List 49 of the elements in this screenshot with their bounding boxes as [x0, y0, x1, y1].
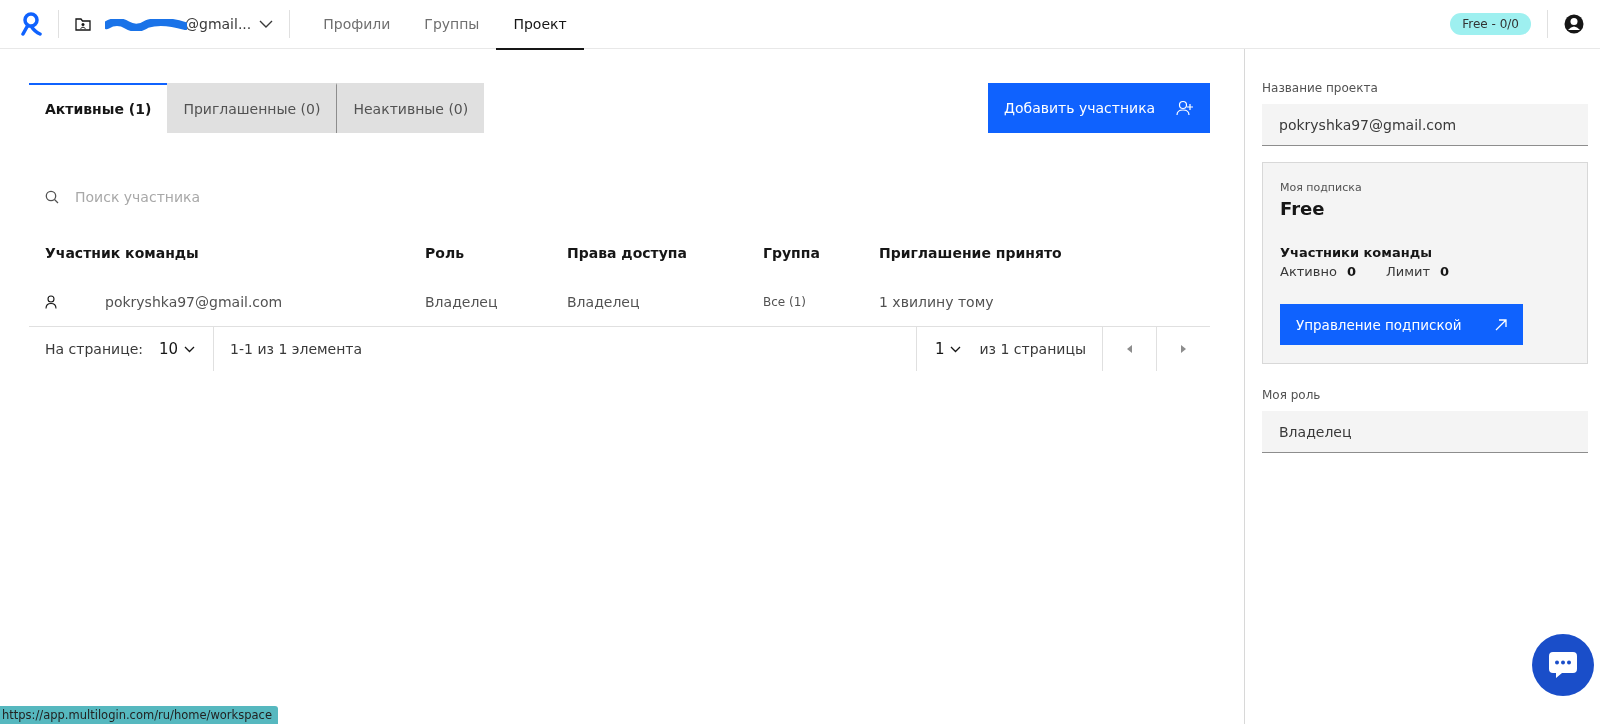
- caret-right-icon: [1181, 345, 1186, 353]
- stat-label: Лимит: [1385, 264, 1430, 279]
- plan-badge: Free - 0/0: [1450, 13, 1531, 35]
- user-icon: [45, 294, 57, 309]
- tab[interactable]: Неактивные (0): [336, 83, 485, 133]
- column-header: Участник команды: [45, 245, 200, 261]
- stat-value: 0: [1440, 264, 1450, 279]
- project-name-field[interactable]: pokryshka97@gmail.com: [1262, 104, 1588, 146]
- per-page-label: На странице:: [44, 341, 144, 357]
- table-cell-text: 1 хвилину тому: [879, 293, 995, 310]
- nav-tab[interactable]: Проект: [496, 0, 584, 50]
- chevron-down-icon: [950, 345, 962, 353]
- chevron-down-icon: [184, 345, 196, 353]
- table-cell-text: Все (1): [763, 294, 808, 309]
- add-member-button[interactable]: Добавить участника: [988, 83, 1210, 133]
- field-label: Моя роль: [1262, 388, 1322, 402]
- logo-icon: [20, 12, 42, 36]
- status-url: https://app.multilogin.com/ru/home/workspace: [0, 706, 278, 724]
- column-header: Роль: [425, 245, 465, 261]
- nav-tab[interactable]: Профили: [306, 0, 408, 50]
- stat-value: 0: [1346, 264, 1356, 279]
- per-page-select[interactable]: 10: [159, 340, 214, 358]
- search-icon: [45, 190, 59, 204]
- tab[interactable]: Приглашенные (0): [167, 83, 337, 133]
- members-title: Участники команды: [1280, 245, 1433, 260]
- chat-bubble-icon: [1548, 651, 1578, 679]
- page-select[interactable]: 1: [916, 340, 980, 358]
- caret-left-icon: [1127, 345, 1132, 353]
- add-user-icon: [1176, 100, 1194, 116]
- role-field: Владелец: [1262, 411, 1588, 453]
- folder-icon: [75, 17, 91, 31]
- table-cell-text: Владелец: [567, 293, 641, 310]
- page-count-text: из 1 страницы: [979, 341, 1087, 357]
- card-label: Моя подписка: [1280, 181, 1363, 194]
- chevron-down-icon: [259, 19, 274, 29]
- table-cell: pokryshka97@gmail.com: [105, 293, 283, 310]
- field-label: Название проекта: [1262, 81, 1379, 95]
- column-header: Группа: [763, 245, 821, 261]
- table-cell-text: Владелец: [425, 293, 499, 310]
- nav-tab[interactable]: Группы: [407, 0, 497, 50]
- manage-subscription-button[interactable]: Управление подпиской: [1280, 304, 1523, 345]
- column-header: Права доступа: [567, 245, 688, 261]
- stat-label: Активно: [1280, 264, 1337, 279]
- column-header: Приглашение принято: [879, 245, 1063, 261]
- account-icon[interactable]: [1564, 14, 1584, 34]
- range-text: 1-1 из 1 элемента: [229, 341, 364, 357]
- arrow-up-right-icon: [1495, 318, 1507, 331]
- workspace-dropdown[interactable]: @gmail...: [105, 16, 274, 32]
- plan-name: Free: [1280, 198, 1326, 219]
